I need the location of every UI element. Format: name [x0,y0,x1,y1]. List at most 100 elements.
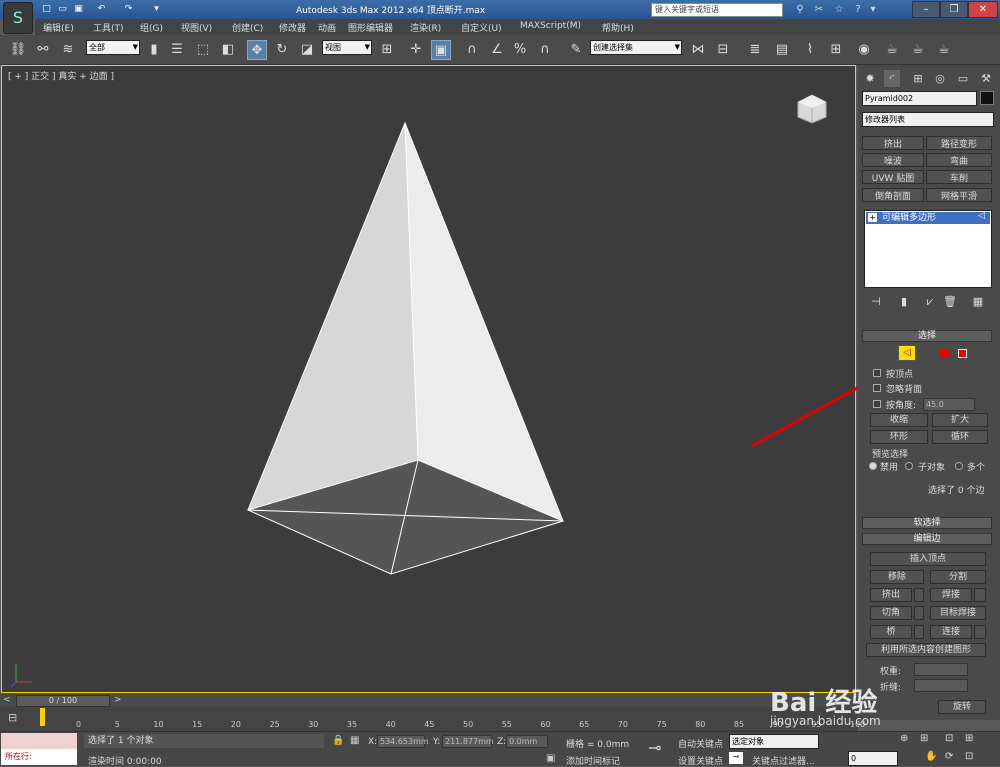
motion-tab-icon[interactable]: ◎ [932,70,948,87]
auto-key-button[interactable]: 自动关键点 [678,737,723,750]
noise-modifier-button[interactable]: 噪波 [862,153,924,167]
display-tab-icon[interactable]: ▭ [955,70,971,87]
ignore-backfacing-checkbox[interactable] [873,384,881,392]
selection-lock-icon[interactable]: 🔒 [332,735,344,746]
weld-settings-button[interactable] [974,588,986,602]
connect-button[interactable]: 连接 [930,625,972,639]
remove-modifier-icon[interactable]: 🗑 [942,293,958,310]
soft-selection-rollout-header[interactable]: 软选择 [862,517,992,529]
render-setup-icon[interactable]: ☕ [882,40,902,60]
preview-subobject-radio[interactable] [905,462,913,470]
pan-icon[interactable]: ✋ [925,751,937,762]
by-angle-label: 按角度: [886,401,917,411]
transform-mode-icon[interactable]: ▦ [350,735,359,746]
ring-button[interactable]: 环形 [870,430,928,444]
current-frame-marker[interactable] [40,708,45,726]
utilities-tab-icon[interactable]: ⚒ [978,70,994,87]
extrude-modifier-button[interactable]: 挤出 [862,136,924,150]
edit-tri-rotate-button[interactable]: 旋转 [938,700,986,714]
help-dropdown-icon[interactable]: ▾ [866,3,880,17]
edge-mode-button[interactable]: ◁ [898,345,916,361]
chamfer-button[interactable]: 切角 [870,606,912,620]
current-frame-field[interactable]: 0 [848,751,898,766]
target-weld-button[interactable]: 目标焊接 [930,606,986,620]
connect-settings-button[interactable] [974,625,986,639]
shrink-button[interactable]: 收缩 [870,413,928,427]
modifier-list-dropdown[interactable]: 修改器列表 [862,112,994,127]
grow-button[interactable]: 扩大 [932,413,988,427]
key-icon[interactable]: ⊸ [648,738,661,757]
selection-rollout-header[interactable]: 选择 [862,330,992,342]
close-button[interactable]: ✕ [968,1,998,18]
insert-vertex-button[interactable]: 插入顶点 [870,552,986,566]
extrude-settings-button[interactable] [914,588,924,602]
weld-button[interactable]: 焊接 [930,588,972,602]
time-tag-icon[interactable]: ▣ [546,753,555,764]
set-key-button[interactable]: 设置关键点 [678,754,723,767]
maxscript-listener[interactable] [1,733,77,749]
maximize-viewport-icon[interactable]: ⊡ [965,751,973,762]
restore-button[interactable]: ❐ [940,1,968,18]
bevel-profile-modifier-button[interactable]: 倒角剖面 [862,188,924,202]
extrude-button[interactable]: 挤出 [870,588,912,602]
bridge-settings-button[interactable] [914,625,924,639]
remove-button[interactable]: 移除 [870,570,924,584]
selected-object-dropdown[interactable]: 选定对象 [729,734,819,749]
prompt-line: 选择了 1 个对象 [84,734,324,748]
show-end-result-icon[interactable]: ▮ [896,293,912,310]
loop-button[interactable]: 循环 [932,430,988,444]
uvw-map-modifier-button[interactable]: UVW 贴图 [862,170,924,184]
bend-modifier-button[interactable]: 弯曲 [926,153,992,167]
orbit-icon[interactable]: ⟳ [945,751,953,762]
stack-item-editable-poly[interactable]: 可编辑多边形 [866,212,990,224]
timeline-next-icon[interactable]: > [114,695,122,705]
zoom-icon[interactable]: ⊕ [900,733,908,744]
angle-spinner[interactable]: 45.0 [923,398,975,411]
edit-edges-rollout-header[interactable]: 编辑边 [862,533,992,545]
preview-multi-radio[interactable] [955,462,963,470]
make-unique-icon[interactable]: ⩗ [922,293,938,310]
modify-tab-icon[interactable]: ◜ [884,70,900,87]
minimize-button[interactable]: – [912,1,940,18]
create-shape-button[interactable]: 利用所选内容创建图形 [866,643,986,657]
timeline-tick-label: 75 [656,720,667,729]
pyramid-object[interactable] [0,0,860,700]
hierarchy-tab-icon[interactable]: ⊞ [910,70,926,87]
stack-expand-icon[interactable]: + [868,213,877,222]
weight-label: 权重: [880,667,902,677]
path-deform-modifier-button[interactable]: 路径变形 [926,136,992,150]
by-angle-checkbox[interactable] [873,400,881,408]
meshsmooth-modifier-button[interactable]: 网格平滑 [926,188,992,202]
time-slider[interactable]: 0 / 100 [16,695,110,707]
maxscript-line-field[interactable]: 所在行: [1,749,77,765]
weight-spinner[interactable] [914,663,968,676]
lathe-modifier-button[interactable]: 车削 [926,170,992,184]
x-coordinate-field[interactable]: 534.653mm [377,735,429,748]
z-coordinate-field[interactable]: 0.0mm [506,735,548,748]
zoom-extents-icon[interactable]: ⊡ [945,733,953,744]
zoom-extents-all-icon[interactable]: ⊞ [965,733,973,744]
pin-stack-icon[interactable]: ⊣ [868,293,884,310]
chamfer-settings-button[interactable] [914,606,924,620]
rendered-frame-icon[interactable]: ☕ [908,40,928,60]
polygon-mode-icon[interactable] [940,349,949,358]
render-production-icon[interactable]: ☕ [934,40,954,60]
preview-disabled-radio[interactable] [869,462,877,470]
mini-curve-editor-icon[interactable]: ⊟ [8,711,17,724]
configure-modifier-sets-icon[interactable]: ▦ [970,293,986,310]
zoom-all-icon[interactable]: ⊞ [920,733,928,744]
by-vertex-checkbox[interactable] [873,369,881,377]
element-mode-icon[interactable] [958,349,967,358]
create-tab-icon[interactable]: ✸ [862,70,878,87]
timeline-tick-label: 60 [540,720,551,729]
key-filters-button[interactable]: 关键点过滤器... [752,754,815,767]
object-color-swatch[interactable] [980,91,994,105]
y-coordinate-field[interactable]: 211.877mm [442,735,494,748]
bridge-button[interactable]: 桥 [870,625,912,639]
object-name-field[interactable]: Pyramid002 [862,91,977,106]
crease-spinner[interactable] [914,679,968,692]
timeline-prev-icon[interactable]: < [3,695,11,705]
set-key-icon[interactable]: ⊸ [729,752,743,764]
add-time-tag-button[interactable]: 添加时间标记 [566,754,620,767]
split-button[interactable]: 分割 [930,570,986,584]
